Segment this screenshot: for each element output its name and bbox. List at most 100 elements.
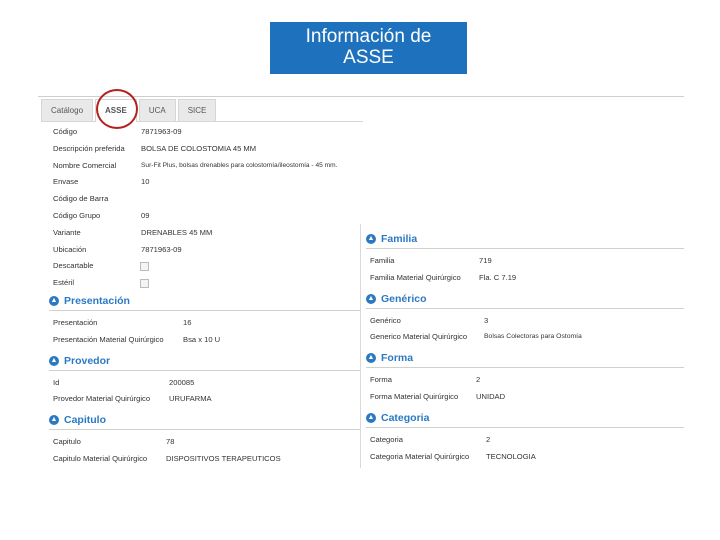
right-column: ▲ Familia Familia 719 Familia Material Qui… [364,230,684,465]
field-row: Código de Barra [49,191,361,208]
field-value: Sur-Fit Plus, bolsas drenables para colo… [141,161,338,169]
collapse-chevron-icon[interactable]: ▲ [49,355,59,366]
field-label: Categoria Material Quirúrgico [370,451,470,461]
tab-bar: Catálogo ASSE UCA SICE [41,99,363,122]
field-label: Forma [370,375,392,385]
left-column: Código 7871963-09 Descripción preferida BO… [49,124,361,468]
field-value: URUFARMA [169,394,212,404]
field-value: 719 [479,256,492,265]
field-label: Código Grupo [53,210,101,220]
field-value: 09 [141,210,150,220]
collapse-chevron-icon[interactable]: ▲ [366,234,376,244]
section-capitulo[interactable]: ▲ Capitulo [49,411,361,431]
field-row: Id 200085 [49,375,361,392]
section-provedor[interactable]: ▲ Provedor [49,352,361,371]
field-value: 200085 [169,377,195,387]
slide-title: Información de ASSE [270,22,467,74]
field-label: Provedor Material Quirúrgico [53,394,151,404]
field-label: Variante [53,227,81,237]
field-value: UNIDAD [476,391,506,401]
field-row: Provedor Material Quirúrgico URUFARMA [49,391,361,408]
collapse-chevron-icon[interactable]: ▲ [49,295,59,306]
field-value: 7871963-09 [141,127,182,136]
field-label: Familia [370,256,395,265]
field-row: Envase 10 [49,174,361,191]
field-label: Genérico [370,315,401,325]
field-value: 10 [141,177,150,187]
field-value: 78 [166,437,175,447]
field-row: Forma Material Quirúrgico UNIDAD [364,389,684,406]
field-row: Categoria Material Quirúrgico TECNOLOGIA [364,449,684,466]
tab-sice[interactable]: SICE [177,99,217,121]
asse-info-panel: Catálogo ASSE UCA SICE Código 7871963-09 … [38,89,684,468]
slide-title-line2: ASSE [343,47,394,68]
field-label: Forma Material Quirúrgico [370,391,459,401]
field-row: Generico Material Quirúrgico Bolsas Colec… [364,329,684,346]
field-label: Envase [53,177,79,187]
collapse-chevron-icon[interactable]: ▲ [366,293,376,304]
section-title: Capitulo [64,414,106,427]
field-value: BOLSA DE COLOSTOMIA 45 MM [141,143,257,153]
field-row: Forma 2 [364,372,684,389]
field-label: Generico Material Quirúrgico [370,332,468,342]
field-value: DISPOSITIVOS TERAPEUTICOS [166,453,281,463]
field-value: Bsa x 10 U [183,334,221,344]
field-row: Categoria 2 [364,432,684,449]
field-label: Nombre Comercial [53,160,117,170]
collapse-chevron-icon[interactable]: ▲ [366,353,376,364]
collapse-chevron-icon[interactable]: ▲ [366,412,376,423]
section-title: Forma [381,352,414,365]
field-value: Bolsas Colectoras para Ostomía [484,333,582,341]
field-row: Descartable [49,258,361,275]
section-title: Presentación [64,294,130,307]
field-row: Descripción preferida BOLSA DE COLOSTOMIA… [49,141,361,158]
field-row: Presentación Material Quirúrgico Bsa x 10… [49,332,361,349]
section-title: Familia [381,233,418,245]
section-presentacion[interactable]: ▲ Presentación [49,292,361,311]
field-label: Presentación [53,317,98,327]
field-row: Nombre Comercial Sur-Fit Plus, bolsas dre… [49,158,361,175]
field-value: 3 [484,315,489,325]
slide-title-line1: Información de [305,26,432,47]
field-value: 7871963-09 [141,244,182,254]
field-label: Capitulo Material Quirúrgico [53,453,148,463]
section-forma[interactable]: ▲ Forma [366,349,684,369]
section-title: Genérico [381,292,427,305]
field-value: DRENABLES 45 MM [141,227,213,237]
top-divider [38,96,684,97]
field-value: 2 [476,375,481,385]
field-label: Ubicación [53,244,87,254]
section-generico[interactable]: ▲ Genérico [366,290,684,309]
field-label: Estéril [53,278,75,288]
field-row: Variante DRENABLES 45 MM [49,225,361,242]
field-row: Familia 719 [364,253,684,270]
field-row: Estéril [49,275,361,292]
section-title: Categoria [381,411,430,424]
field-label: Código [53,127,78,136]
field-label: Descripción preferida [53,143,125,153]
tab-uca[interactable]: UCA [138,99,176,121]
section-title: Provedor [64,354,111,367]
section-familia[interactable]: ▲ Familia [366,230,684,249]
esteril-checkbox[interactable] [140,279,149,289]
field-label: Capitulo [53,437,81,447]
field-label: Categoria [370,434,403,444]
field-row: Familia Material Quirúrgico Fla. C 7.19 [364,270,684,287]
field-row: Capitulo Material Quirúrgico DISPOSITIVOS… [49,451,361,468]
field-row: Código 7871963-09 [49,124,361,141]
field-row: Presentación 16 [49,315,361,332]
collapse-chevron-icon[interactable]: ▲ [49,415,59,426]
field-label: Familia Material Quirúrgico [370,272,461,282]
descartable-checkbox[interactable] [140,262,149,272]
field-label: Presentación Material Quirúrgico [53,334,164,344]
field-value: TECNOLOGIA [486,451,536,461]
highlight-circle [96,89,138,129]
field-value: 16 [183,317,192,327]
field-value: Fla. C 7.19 [479,272,517,282]
section-categoria[interactable]: ▲ Categoria [366,409,684,428]
field-label: Descartable [53,261,94,271]
tab-catalogo[interactable]: Catálogo [41,99,94,121]
field-row: Código Grupo 09 [49,208,361,225]
field-label: Id [53,377,60,387]
field-row: Ubicación 7871963-09 [49,242,361,259]
